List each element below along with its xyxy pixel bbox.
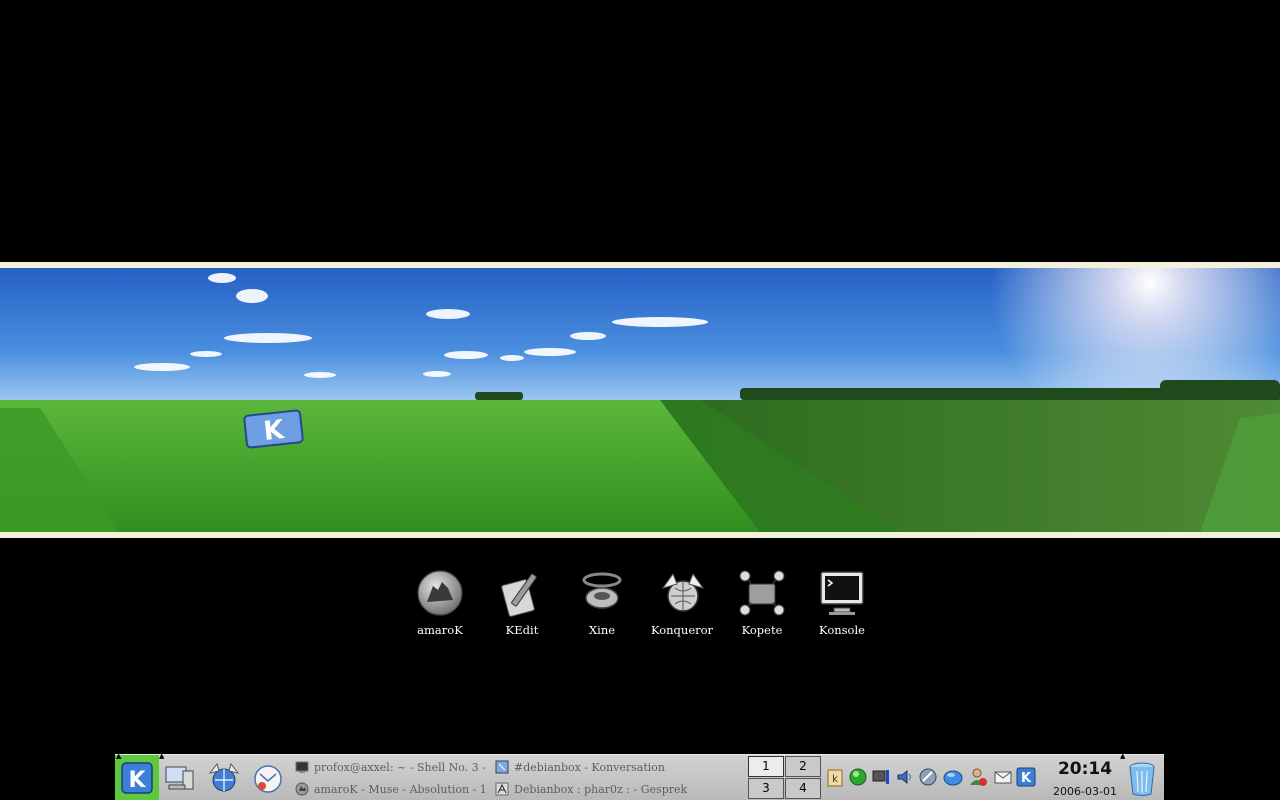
xine-desktop-icon[interactable]: Xine (562, 568, 642, 640)
konqueror-icon[interactable] (207, 761, 241, 795)
font-icon (495, 782, 509, 796)
svg-text:K: K (262, 415, 286, 447)
konversation-icon (495, 760, 509, 774)
k-menu-button[interactable]: K (115, 755, 159, 800)
network-status-icon[interactable] (848, 767, 868, 787)
pager-desktop-2[interactable]: 2 (785, 756, 821, 777)
my-computer-icon[interactable] (163, 761, 197, 795)
kedit-desktop-icon[interactable]: KEdit (482, 568, 562, 640)
xine-label: Xine (588, 623, 616, 637)
kopete-label: Kopete (741, 623, 783, 637)
globe-icon[interactable] (943, 767, 963, 787)
desktop-icons: amaroK KEdit Xine Konqueror Kopete Konso… (400, 568, 880, 640)
panel-hide-left-arrow[interactable]: ▲ (116, 753, 121, 760)
monitor-icon[interactable] (871, 767, 891, 787)
task-konsole[interactable]: profox@axxel: ~ - Shell No. 3 - K (295, 756, 485, 778)
pager-desktop-1[interactable]: 1 (748, 756, 784, 777)
kedit-icon (501, 573, 537, 617)
kopete-icon[interactable] (918, 767, 938, 787)
klipper-icon[interactable]: k (825, 767, 845, 787)
panel-applet-arrow-right[interactable]: ▲ (1120, 753, 1125, 760)
clock-date[interactable]: 2006-03-01 (1045, 785, 1125, 798)
terminal-icon (295, 761, 309, 773)
task-gesprek[interactable]: Debianbox : phar0z : - Gesprek (495, 778, 745, 800)
task-label: #debianbox - Konversation (514, 760, 666, 774)
svg-text:K: K (1021, 771, 1032, 786)
konsole-desktop-icon[interactable]: Konsole (802, 568, 882, 640)
task-label: Debianbox : phar0z : - Gesprek (514, 782, 688, 796)
kde-k-icon: K (121, 762, 153, 794)
kmail-icon[interactable] (251, 761, 285, 795)
task-konversation[interactable]: #debianbox - Konversation (495, 756, 745, 778)
amarok-desktop-icon[interactable]: amaroK (400, 568, 480, 640)
trash-icon[interactable] (1127, 761, 1157, 797)
amarok-icon (295, 782, 309, 796)
konsole-label: Konsole (819, 623, 865, 637)
kedit-label: KEdit (505, 623, 539, 637)
volume-icon[interactable] (895, 767, 915, 787)
konsole-icon (820, 571, 864, 615)
kde-icon[interactable]: K (1016, 767, 1036, 787)
task-label: amaroK - Muse - Absolution - 12 (314, 782, 485, 796)
task-label: profox@axxel: ~ - Shell No. 3 - K (314, 760, 485, 774)
user-icon[interactable] (968, 767, 988, 787)
konqueror-icon (661, 572, 705, 612)
amarok-icon (417, 570, 463, 616)
amarok-label: amaroK (417, 623, 463, 637)
pager-desktop-4[interactable]: 4 (785, 778, 821, 799)
kicker-panel: K ▲ ▲ profox@axxel: ~ - Shell No. 3 - K … (115, 753, 1164, 800)
task-amarok[interactable]: amaroK - Muse - Absolution - 12 (295, 778, 485, 800)
svg-text:k: k (832, 774, 838, 785)
svg-text:K: K (128, 768, 146, 793)
konqueror-desktop-icon[interactable]: Konqueror (642, 568, 722, 640)
konqueror-label: Konqueror (650, 623, 714, 637)
pager-desktop-3[interactable]: 3 (748, 778, 784, 799)
clock-time[interactable]: 20:14 (1045, 759, 1125, 779)
xine-icon (582, 572, 622, 609)
kopete-icon (739, 570, 785, 616)
mail-icon[interactable] (993, 767, 1013, 787)
panel-applet-arrow[interactable]: ▲ (159, 753, 164, 760)
kopete-desktop-icon[interactable]: Kopete (722, 568, 802, 640)
wallpaper-banner: K (0, 268, 1280, 532)
